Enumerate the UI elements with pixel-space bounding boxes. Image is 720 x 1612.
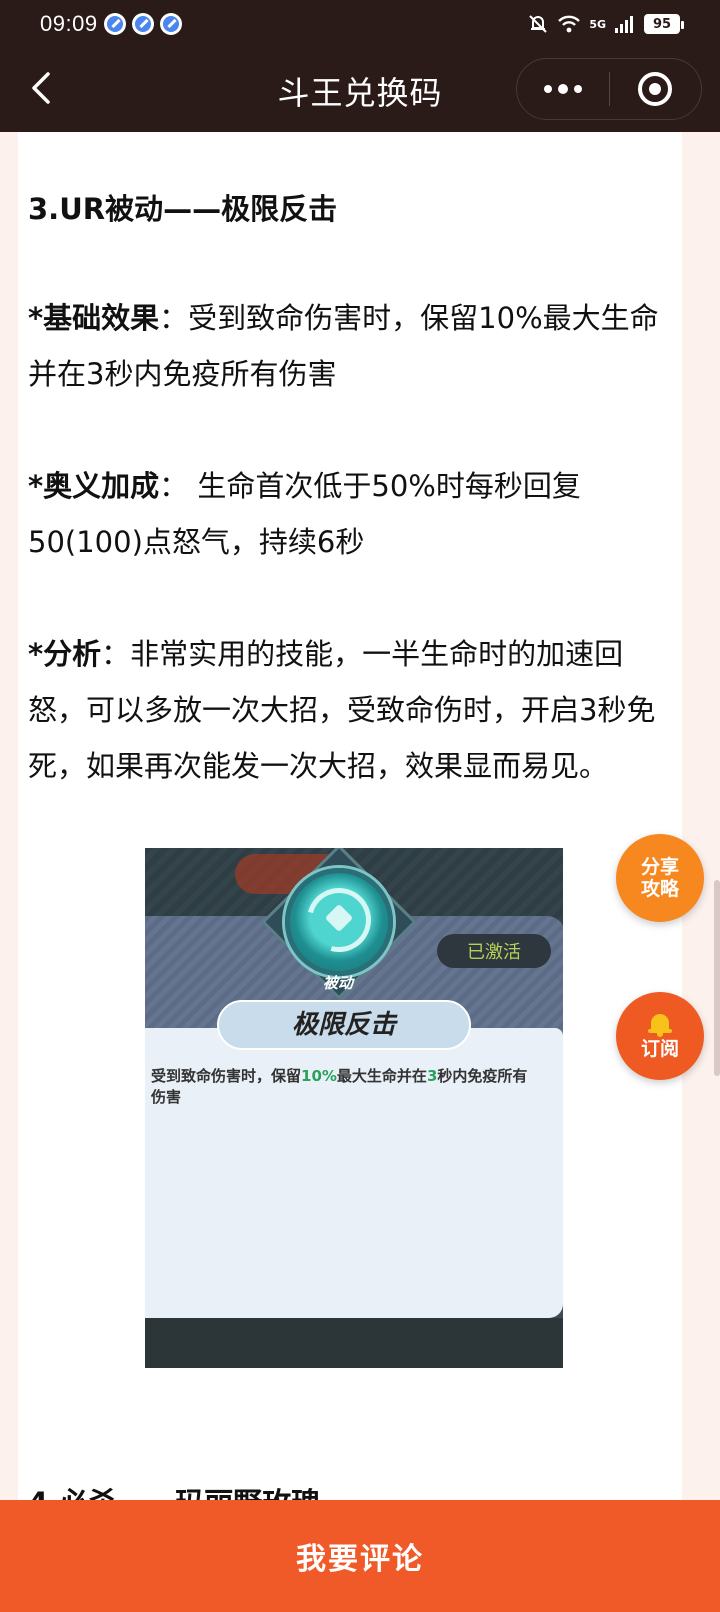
- analysis-label: *分析: [28, 637, 102, 671]
- dot-icon: [573, 85, 582, 93]
- status-bar: 09:09 5G 95: [0, 0, 720, 48]
- app-header: 斗王兑换码: [0, 48, 720, 132]
- comment-button[interactable]: 我要评论: [0, 1500, 720, 1612]
- dot-icon: [557, 84, 568, 94]
- share-label-line1: 分享: [640, 856, 679, 878]
- skill-name: 极限反击: [291, 1010, 396, 1040]
- close-miniprogram-button[interactable]: [610, 59, 702, 119]
- scrollbar-thumb[interactable]: [714, 880, 720, 1076]
- more-button[interactable]: [517, 59, 609, 119]
- basic-effect-label: *基础效果: [28, 301, 160, 335]
- subscribe-button[interactable]: 订阅: [616, 992, 704, 1080]
- status-badge: 已激活: [437, 934, 551, 968]
- passive-label: 被动: [323, 974, 354, 992]
- analysis-paragraph: *分析：非常实用的技能，一半生命时的加速回怒，可以多放一次大招，受致命伤时，开启…: [28, 626, 674, 794]
- app-notification-icon: [159, 13, 182, 35]
- app-notification-icon: [103, 13, 126, 35]
- article-content[interactable]: 3.UR被动——极限反击 *基础效果：受到致命伤害时，保留10%最大生命并在3秒…: [18, 132, 682, 1500]
- wifi-icon: [558, 15, 581, 33]
- status-icons: 5G 95: [527, 13, 684, 35]
- skill-screenshot[interactable]: 被动 已激活 极限反击 受到致命伤害时，保留10%最大生命并在3秒内免疫所有伤害: [145, 848, 563, 1368]
- mute-bell-icon: [529, 15, 548, 33]
- skill-description: 受到致命伤害时，保留10%最大生命并在3秒内免疫所有伤害: [151, 1067, 528, 1106]
- status-time: 09:09: [40, 11, 98, 36]
- miniprogram-capsule: [516, 58, 702, 120]
- battery-icon: 95: [644, 14, 684, 34]
- analysis-text: ：非常实用的技能，一半生命时的加速回怒，可以多放一次大招，受致命伤时，开启3秒免…: [28, 637, 656, 783]
- screenshot-bottom: [145, 1318, 563, 1368]
- basic-effect-paragraph: *基础效果：受到致命伤害时，保留10%最大生命并在3秒内免疫所有伤害: [28, 290, 674, 402]
- share-label-line2: 攻略: [640, 878, 679, 900]
- target-icon: [638, 72, 673, 106]
- bell-icon: [647, 1012, 673, 1037]
- signal-icon: [615, 16, 633, 33]
- dot-icon: [543, 85, 552, 93]
- bonus-label: *奥义加成: [28, 469, 160, 503]
- section-title: 3.UR被动——极限反击: [28, 192, 338, 226]
- network-type: 5G: [589, 17, 606, 31]
- app-notification-icon: [131, 13, 154, 35]
- subscribe-label: 订阅: [640, 1038, 679, 1060]
- comment-label: 我要评论: [296, 1542, 424, 1577]
- share-guide-button[interactable]: 分享 攻略: [616, 834, 704, 922]
- bonus-paragraph: *奥义加成： 生命首次低于50%时每秒回复50(100)点怒气，持续6秒: [28, 458, 674, 570]
